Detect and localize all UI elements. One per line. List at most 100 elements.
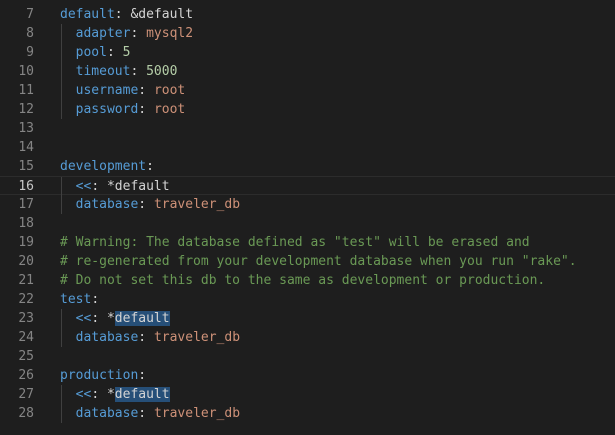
code-line[interactable]: 23 <<: *default [0,309,615,328]
code-token: : [130,64,147,79]
line-code: database: traveler_db [60,404,240,423]
code-line[interactable]: 20 # re-generated from your development d… [0,252,615,271]
code-token: : [106,45,123,60]
line-number: 27 [18,387,34,402]
line-number: 10 [18,64,34,79]
code-token: adapter [75,26,131,41]
code-token: : [138,197,154,212]
line-code: # re-generated from your development dat… [60,252,577,271]
code-line[interactable]: 10 timeout: 5000 [0,62,615,81]
code-token: root [153,102,186,117]
code-token: : [146,159,154,174]
line-number: 23 [18,311,34,326]
code-token: mysql2 [146,26,194,41]
code-token: : [91,179,107,194]
code-line[interactable]: 22 test: [0,290,615,309]
code-token: 5 [122,45,131,60]
line-number: 16 [18,179,34,194]
code-token: database [75,406,139,421]
line-number: 25 [18,349,34,364]
line-number: 19 [18,235,34,250]
line-code: adapter: mysql2 [60,24,193,43]
code-token: traveler_db [153,406,241,421]
code-line[interactable]: 17 database: traveler_db [0,195,615,214]
code-token: traveler_db [153,197,241,212]
code-token: : [91,311,107,326]
code-token: : [114,7,131,22]
code-line[interactable]: 15 development: [0,157,615,176]
code-token: test [60,292,92,307]
code-token: # Warning: The database defined as "test… [60,235,530,250]
line-number: 21 [18,273,34,288]
code-token: username [75,83,139,98]
code-token: development [60,159,147,174]
code-token: traveler_db [153,330,241,345]
line-code: production: [60,366,146,385]
code-line[interactable]: 12 password: root [0,100,615,119]
line-code: database: traveler_db [60,328,240,347]
code-line[interactable]: 18 [0,214,615,233]
line-number: 17 [18,197,34,212]
code-line[interactable]: 21 # Do not set this db to the same as de… [0,271,615,290]
code-token: << [75,179,92,194]
code-token: # re-generated from your development dat… [60,254,577,269]
line-code: development: [60,157,154,176]
code-line[interactable]: 14 [0,138,615,157]
code-line[interactable]: 26 production: [0,366,615,385]
code-token: : [138,330,154,345]
line-number: 14 [18,140,34,155]
code-token: # Do not set this db to the same as deve… [60,273,546,288]
code-token: * [106,311,115,326]
line-number: 13 [18,121,34,136]
code-token: &default [130,7,194,22]
code-token: pool [75,45,107,60]
code-editor[interactable]: 7 default: &default 8 adapter: mysql2 9 poo… [0,0,615,435]
line-number: 9 [26,45,34,60]
code-token: << [75,387,92,402]
code-line[interactable]: 11 username: root [0,81,615,100]
line-number: 26 [18,368,34,383]
code-line[interactable]: 9 pool: 5 [0,43,615,62]
code-token: password [75,102,139,117]
code-token: : [138,406,154,421]
line-number: 11 [18,83,34,98]
code-line[interactable]: 8 adapter: mysql2 [0,24,615,43]
line-number: 20 [18,254,34,269]
line-code: # Warning: The database defined as "test… [60,233,530,252]
line-code: timeout: 5000 [60,62,178,81]
line-code: <<: *default [60,385,170,404]
line-number: 18 [18,216,34,231]
code-token: * [106,179,115,194]
code-line[interactable]: 13 [0,119,615,138]
code-token: << [75,311,92,326]
code-line[interactable]: 28 database: traveler_db [0,404,615,423]
code-token: default [114,387,170,402]
line-code: # Do not set this db to the same as deve… [60,271,545,290]
code-line-current[interactable]: 16 <<: *default [0,176,615,196]
line-number: 28 [18,406,34,421]
line-number: 8 [26,26,34,41]
line-code: username: root [60,81,186,100]
code-line[interactable]: 7 default: &default [0,5,615,24]
line-code: <<: *default [60,309,170,328]
line-code: <<: *default [60,177,170,196]
code-line[interactable]: 27 <<: *default [0,385,615,404]
code-token: database [75,330,139,345]
line-code: pool: 5 [60,43,131,62]
code-line[interactable]: 24 database: traveler_db [0,328,615,347]
code-line[interactable]: 25 [0,347,615,366]
code-token: : [91,292,100,307]
code-token: timeout [75,64,131,79]
code-token: : [138,368,147,383]
code-line[interactable]: 19 # Warning: The database defined as "te… [0,233,615,252]
line-number: 22 [18,292,34,307]
code-token: database [75,197,139,212]
code-token: root [153,83,186,98]
